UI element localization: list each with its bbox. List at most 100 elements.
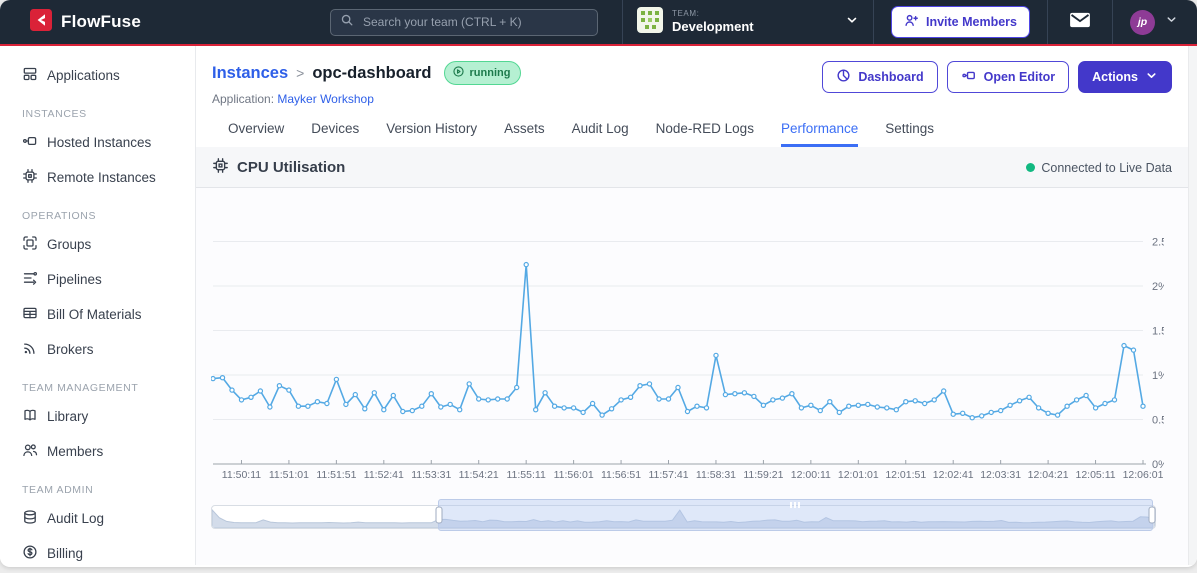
application-row: Application: Mayker Workshop — [212, 92, 521, 106]
application-link[interactable]: Mayker Workshop — [277, 92, 373, 106]
sidebar-item-label: Groups — [47, 237, 92, 252]
mail-icon[interactable] — [1069, 11, 1091, 34]
invite-members-label: Invite Members — [925, 15, 1017, 29]
tab-node-red-logs[interactable]: Node-RED Logs — [656, 121, 754, 147]
top-navbar: FlowFuse TEAM: Development — [0, 0, 1197, 46]
chart-header: CPU Utilisation Connected to Live Data — [196, 147, 1188, 187]
actions-button-label: Actions — [1092, 70, 1138, 84]
svg-text:11:54:21: 11:54:21 — [459, 469, 499, 481]
svg-text:11:57:41: 11:57:41 — [648, 469, 688, 481]
team-label: TEAM: — [671, 8, 700, 18]
sidebar-item-billing[interactable]: Billing — [0, 536, 195, 567]
chart-minimap — [211, 499, 1156, 531]
sidebar-item-label: Hosted Instances — [47, 135, 152, 150]
minimap-selection[interactable] — [435, 499, 1156, 531]
cpu-utilisation-chart: 0%0.5%1%1.5%2%2.5%11:50:1111:51:0111:51:… — [211, 237, 1164, 481]
status-badge: running — [443, 61, 522, 85]
user-menu[interactable]: jp — [1112, 0, 1197, 44]
tab-version-history[interactable]: Version History — [386, 121, 477, 147]
members-icon — [22, 442, 38, 461]
svg-text:11:51:51: 11:51:51 — [316, 469, 356, 481]
bill-of-materials-icon — [22, 305, 38, 324]
open-editor-button[interactable]: Open Editor — [946, 61, 1070, 93]
breadcrumb-block: Instances > opc-dashboard running Applic… — [212, 61, 522, 106]
minimap-left-handle[interactable] — [435, 506, 443, 524]
sidebar-item-hosted-instances[interactable]: Hosted Instances — [0, 125, 195, 160]
svg-text:12:05:11: 12:05:11 — [1076, 469, 1116, 481]
sidebar-item-audit-log[interactable]: Audit Log — [0, 501, 195, 536]
sidebar-section-operations: OPERATIONS — [22, 210, 97, 222]
dashboard-button[interactable]: Dashboard — [822, 61, 938, 93]
sidebar-item-groups[interactable]: Groups — [0, 227, 195, 262]
tab-assets[interactable]: Assets — [504, 121, 545, 147]
play-circle-icon — [452, 65, 465, 81]
flowfuse-logo-icon — [30, 8, 52, 36]
tab-performance[interactable]: Performance — [780, 121, 859, 147]
team-name: Development — [671, 18, 754, 34]
search-input[interactable] — [360, 14, 588, 30]
tab-audit-log[interactable]: Audit Log — [572, 121, 629, 147]
team-avatar — [636, 6, 663, 38]
sidebar: Applications INSTANCES Hosted Instances Rem… — [0, 46, 196, 565]
svg-text:2.5%: 2.5% — [1152, 237, 1164, 249]
library-icon — [22, 407, 38, 426]
groups-icon — [22, 235, 38, 254]
billing-icon — [22, 544, 38, 563]
open-editor-button-label: Open Editor — [983, 70, 1056, 84]
remote-instances-icon — [22, 168, 38, 187]
team-text: TEAM: Development — [672, 9, 836, 35]
svg-text:11:56:51: 11:56:51 — [601, 469, 641, 481]
navbar-right: TEAM: Development Invite Members jp — [621, 0, 1197, 44]
breadcrumb-separator: > — [296, 65, 305, 81]
svg-text:11:52:41: 11:52:41 — [364, 469, 404, 481]
pipelines-icon — [22, 270, 38, 289]
chart-title: CPU Utilisation — [237, 159, 346, 176]
svg-text:12:03:31: 12:03:31 — [980, 469, 1021, 481]
application-label: Application: — [212, 92, 275, 106]
actions-button[interactable]: Actions — [1078, 61, 1172, 93]
tab-settings[interactable]: Settings — [885, 121, 934, 147]
sidebar-item-pipelines[interactable]: Pipelines — [0, 262, 195, 297]
sidebar-item-members[interactable]: Members — [0, 434, 195, 469]
status-badge-label: running — [469, 67, 511, 79]
sidebar-item-bill-of-materials[interactable]: Bill Of Materials — [0, 297, 195, 332]
minimap-right-handle[interactable] — [1148, 506, 1156, 524]
node-red-flow-icon — [961, 68, 977, 86]
svg-text:2%: 2% — [1152, 281, 1164, 293]
tab-devices[interactable]: Devices — [311, 121, 359, 147]
team-search-box[interactable] — [329, 8, 598, 36]
dashboard-button-label: Dashboard — [858, 70, 924, 84]
chevron-down-icon — [1165, 13, 1178, 31]
page-head: Instances > opc-dashboard running Applic… — [196, 46, 1188, 147]
live-dot-icon — [1026, 163, 1036, 172]
drag-grip-icon[interactable] — [790, 502, 801, 508]
performance-section: CPU Utilisation Connected to Live Data 0… — [196, 147, 1188, 565]
sidebar-item-applications[interactable]: Applications — [0, 58, 195, 93]
header-buttons: Dashboard Open Editor Actions — [822, 61, 1176, 93]
user-avatar: jp — [1130, 9, 1155, 35]
applications-icon — [22, 66, 38, 85]
tab-overview[interactable]: Overview — [228, 121, 284, 147]
sidebar-item-label: Brokers — [47, 342, 94, 357]
page-title: opc-dashboard — [312, 63, 432, 82]
flowfuse-logo[interactable]: FlowFuse — [0, 8, 141, 36]
svg-text:11:50:11: 11:50:11 — [222, 469, 261, 481]
sidebar-item-brokers[interactable]: Brokers — [0, 332, 195, 367]
hosted-instances-icon — [22, 133, 38, 152]
invite-members-button[interactable]: Invite Members — [890, 6, 1030, 38]
svg-text:12:01:01: 12:01:01 — [838, 469, 879, 481]
team-selector[interactable]: TEAM: Development — [621, 0, 874, 44]
live-status: Connected to Live Data — [1026, 161, 1172, 175]
vertical-scrollbar[interactable] — [1188, 46, 1197, 565]
search-icon — [340, 13, 354, 32]
breadcrumb: Instances > opc-dashboard running — [212, 61, 522, 85]
breadcrumb-instances-link[interactable]: Instances — [212, 64, 288, 83]
svg-text:12:00:11: 12:00:11 — [791, 469, 831, 481]
svg-text:11:53:31: 11:53:31 — [411, 469, 451, 481]
sidebar-item-library[interactable]: Library — [0, 399, 195, 434]
sidebar-item-remote-instances[interactable]: Remote Instances — [0, 160, 195, 195]
invite-members-wrap: Invite Members — [874, 0, 1047, 44]
brokers-icon — [22, 340, 38, 359]
sidebar-item-label: Bill Of Materials — [47, 307, 142, 322]
svg-text:12:01:51: 12:01:51 — [885, 469, 926, 481]
